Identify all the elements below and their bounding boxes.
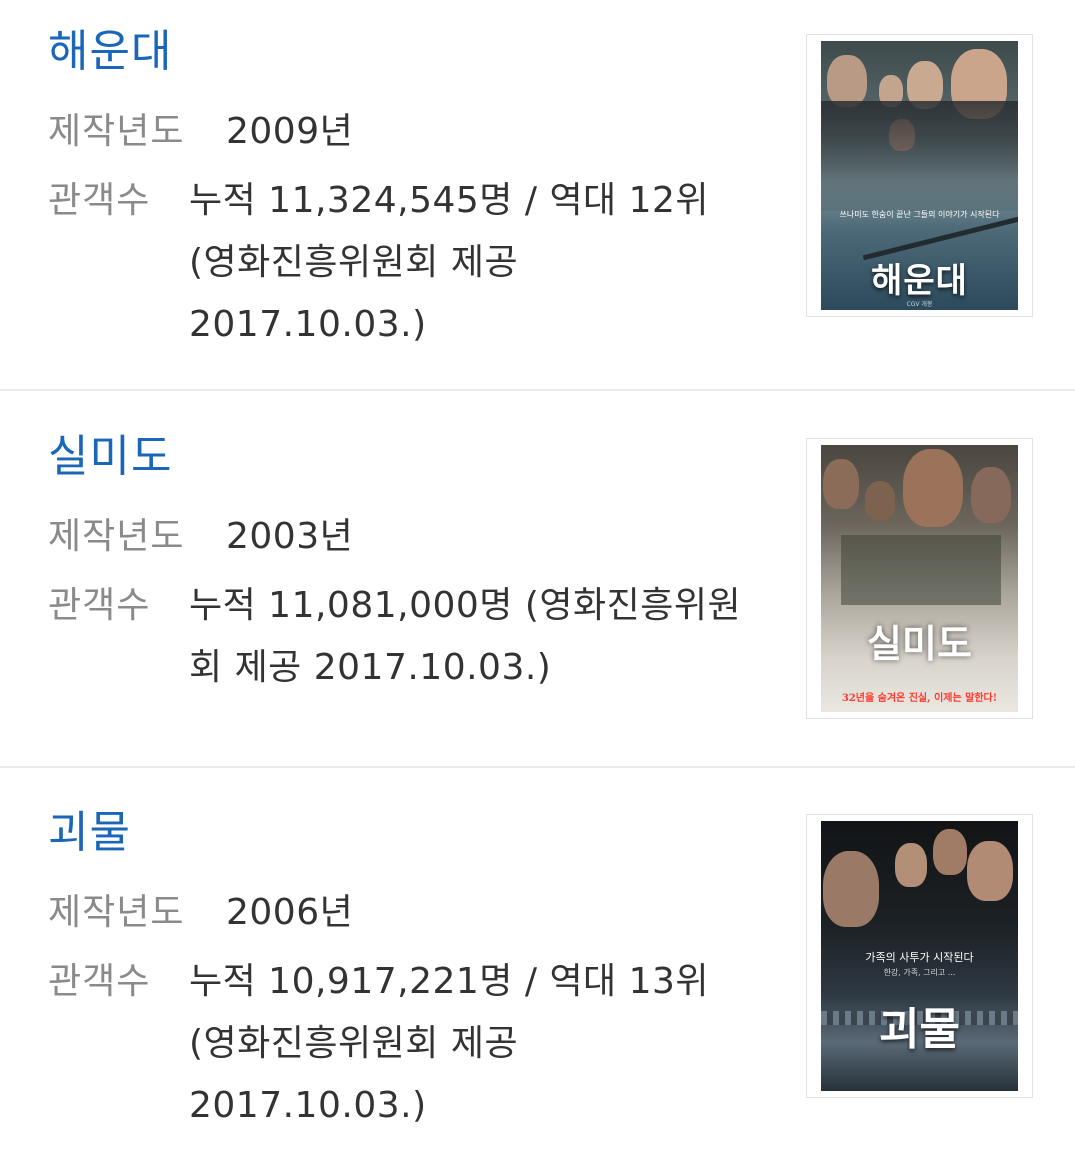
audience-value: 누적 11,324,545명 / 역대 12위 (영화진흥위원회 제공 2017… bbox=[189, 170, 759, 356]
poster-figure bbox=[967, 841, 1013, 901]
poster-credit: CGV 개봉 bbox=[906, 301, 933, 308]
audience-value: 누적 10,917,221명 / 역대 13위 (영화진흥위원회 제공 2017… bbox=[189, 951, 759, 1137]
poster-figure bbox=[865, 481, 895, 521]
poster-subtagline: 한강, 가족, 그리고 ... bbox=[883, 968, 956, 977]
audience-line: 2017.10.03.) bbox=[189, 1085, 427, 1126]
audience-label: 관객수 bbox=[48, 180, 151, 221]
audience-line: 2017.10.03.) bbox=[189, 304, 427, 345]
audience-line: 누적 11,324,545명 / 역대 12위 bbox=[189, 180, 710, 221]
poster-title: 실미도 bbox=[867, 622, 972, 666]
movie-item: 해운대 제작년도 2009년 관객수 누적 11,324,545명 / 역대 1… bbox=[0, 0, 1075, 391]
audience-line: (영화진흥위원회 제공 bbox=[189, 1023, 519, 1064]
audience-line: 누적 11,081,000명 (영화진흥위원 bbox=[189, 585, 742, 626]
poster-figure bbox=[841, 535, 1001, 605]
poster-image: 가족의 사투가 시작된다 한강, 가족, 그리고 ... 괴물 bbox=[821, 821, 1018, 1091]
movie-item: 실미도 제작년도 2003년 관객수 누적 11,081,000명 (영화진흥위… bbox=[0, 391, 1075, 768]
poster-tagline: 32년을 숨겨온 진실, 이제는 말한다! bbox=[841, 693, 998, 704]
movie-poster[interactable]: 실미도 32년을 숨겨온 진실, 이제는 말한다! bbox=[806, 438, 1033, 719]
poster-figure bbox=[823, 851, 879, 927]
year-value: 2006년 bbox=[226, 892, 354, 933]
year-label: 제작년도 bbox=[48, 111, 185, 152]
audience-label: 관객수 bbox=[48, 585, 151, 626]
audience-line: (영화진흥위원회 제공 bbox=[189, 242, 519, 283]
poster-figure bbox=[903, 449, 963, 527]
audience-line: 회 제공 2017.10.03.) bbox=[189, 647, 552, 688]
poster-image: 쓰나미도 한숨이 끝난 그들의 이야기가 시작된다 해운대 CGV 개봉 bbox=[821, 41, 1018, 310]
poster-figure bbox=[933, 829, 967, 875]
movie-poster[interactable]: 가족의 사투가 시작된다 한강, 가족, 그리고 ... 괴물 bbox=[806, 814, 1033, 1098]
poster-figure bbox=[821, 101, 1018, 211]
year-label: 제작년도 bbox=[48, 892, 185, 933]
poster-figure bbox=[971, 467, 1011, 523]
poster-figure bbox=[823, 459, 859, 509]
audience-value: 누적 11,081,000명 (영화진흥위원 회 제공 2017.10.03.) bbox=[189, 575, 759, 699]
audience-label: 관객수 bbox=[48, 961, 151, 1002]
poster-tagline: 쓰나미도 한숨이 끝난 그들의 이야기가 시작된다 bbox=[839, 210, 1000, 219]
movie-list: 해운대 제작년도 2009년 관객수 누적 11,324,545명 / 역대 1… bbox=[0, 0, 1075, 1162]
poster-figure bbox=[827, 55, 867, 107]
poster-title: 괴물 bbox=[879, 1004, 960, 1055]
movie-title-link[interactable]: 실미도 bbox=[48, 429, 172, 485]
year-value: 2003년 bbox=[226, 516, 354, 557]
poster-tagline: 가족의 사투가 시작된다 bbox=[865, 951, 974, 964]
year-value: 2009년 bbox=[226, 111, 354, 152]
movie-title-link[interactable]: 괴물 bbox=[48, 805, 131, 861]
movie-poster[interactable]: 쓰나미도 한숨이 끝난 그들의 이야기가 시작된다 해운대 CGV 개봉 bbox=[806, 34, 1033, 317]
poster-figure bbox=[895, 843, 927, 887]
movie-item: 괴물 제작년도 2006년 관객수 누적 10,917,221명 / 역대 13… bbox=[0, 768, 1075, 1162]
poster-title: 해운대 bbox=[871, 261, 968, 301]
audience-line: 누적 10,917,221명 / 역대 13위 bbox=[189, 961, 710, 1002]
poster-image: 실미도 32년을 숨겨온 진실, 이제는 말한다! bbox=[821, 445, 1018, 712]
year-label: 제작년도 bbox=[48, 516, 185, 557]
movie-title-link[interactable]: 해운대 bbox=[48, 24, 172, 80]
